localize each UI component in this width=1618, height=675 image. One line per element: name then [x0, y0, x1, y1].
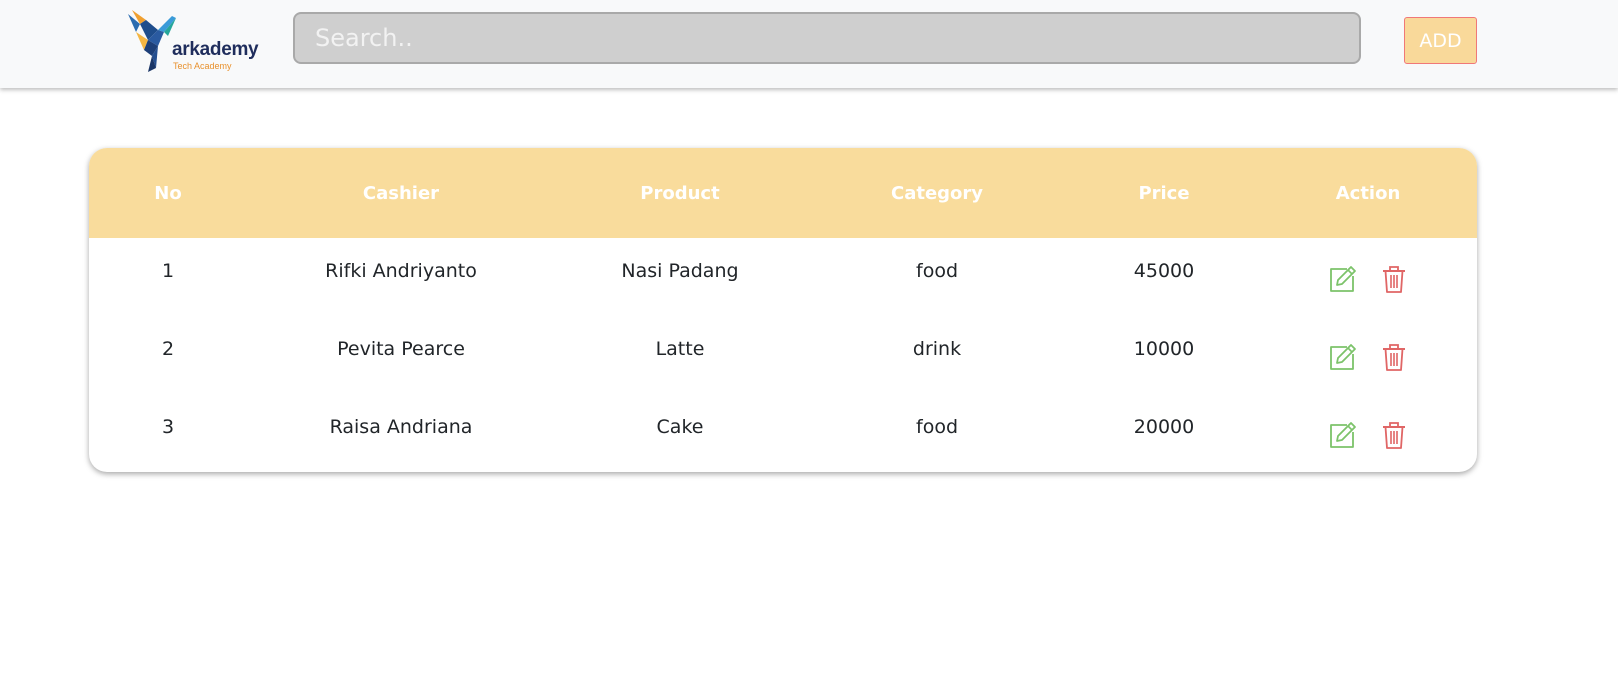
edit-icon[interactable] — [1327, 264, 1357, 294]
table-row: 1 Rifki Andriyanto Nasi Padang food 4500… — [89, 238, 1477, 316]
transactions-table: No Cashier Product Category Price Action… — [89, 148, 1477, 472]
cell-price: 20000 — [1133, 416, 1195, 438]
cell-product: Latte — [655, 338, 705, 360]
trash-icon[interactable] — [1379, 264, 1409, 294]
cell-actions — [1259, 238, 1477, 316]
trash-icon[interactable] — [1379, 420, 1409, 450]
column-header-price: Price — [1138, 182, 1190, 204]
cell-no: 1 — [161, 260, 175, 282]
cell-cashier: Raisa Andriana — [329, 416, 473, 438]
hummingbird-logo-icon — [128, 10, 176, 72]
cell-category: drink — [912, 338, 962, 360]
cell-product: Nasi Padang — [621, 260, 739, 282]
cell-product: Cake — [656, 416, 704, 438]
column-header-category: Category — [890, 182, 984, 204]
cell-actions — [1259, 316, 1477, 394]
brand-name: arkademy — [172, 39, 259, 60]
cell-no: 3 — [161, 416, 175, 438]
top-navbar: arkademy Tech Academy ADD — [0, 0, 1618, 88]
edit-icon[interactable] — [1327, 420, 1357, 450]
column-header-no: No — [154, 182, 182, 204]
brand-tagline: Tech Academy — [173, 61, 232, 71]
table-header-row: No Cashier Product Category Price Action — [89, 148, 1477, 238]
cell-category: food — [916, 416, 958, 438]
transactions-table-card: No Cashier Product Category Price Action… — [89, 148, 1477, 472]
table-row: 3 Raisa Andriana Cake food 20000 — [89, 394, 1477, 472]
add-button[interactable]: ADD — [1404, 17, 1477, 64]
cell-category: food — [916, 260, 958, 282]
cell-no: 2 — [161, 338, 175, 360]
column-header-cashier: Cashier — [362, 182, 440, 204]
cell-cashier: Rifki Andriyanto — [325, 260, 477, 282]
brand-logo[interactable]: arkademy Tech Academy — [128, 10, 259, 72]
table-row: 2 Pevita Pearce Latte drink 10000 — [89, 316, 1477, 394]
search-input[interactable] — [293, 12, 1361, 64]
column-header-product: Product — [640, 182, 720, 204]
trash-icon[interactable] — [1379, 342, 1409, 372]
edit-icon[interactable] — [1327, 342, 1357, 372]
cell-actions — [1259, 394, 1477, 472]
cell-cashier: Pevita Pearce — [337, 338, 465, 360]
cell-price: 10000 — [1133, 338, 1195, 360]
cell-price: 45000 — [1133, 260, 1195, 282]
column-header-action: Action — [1335, 182, 1401, 204]
